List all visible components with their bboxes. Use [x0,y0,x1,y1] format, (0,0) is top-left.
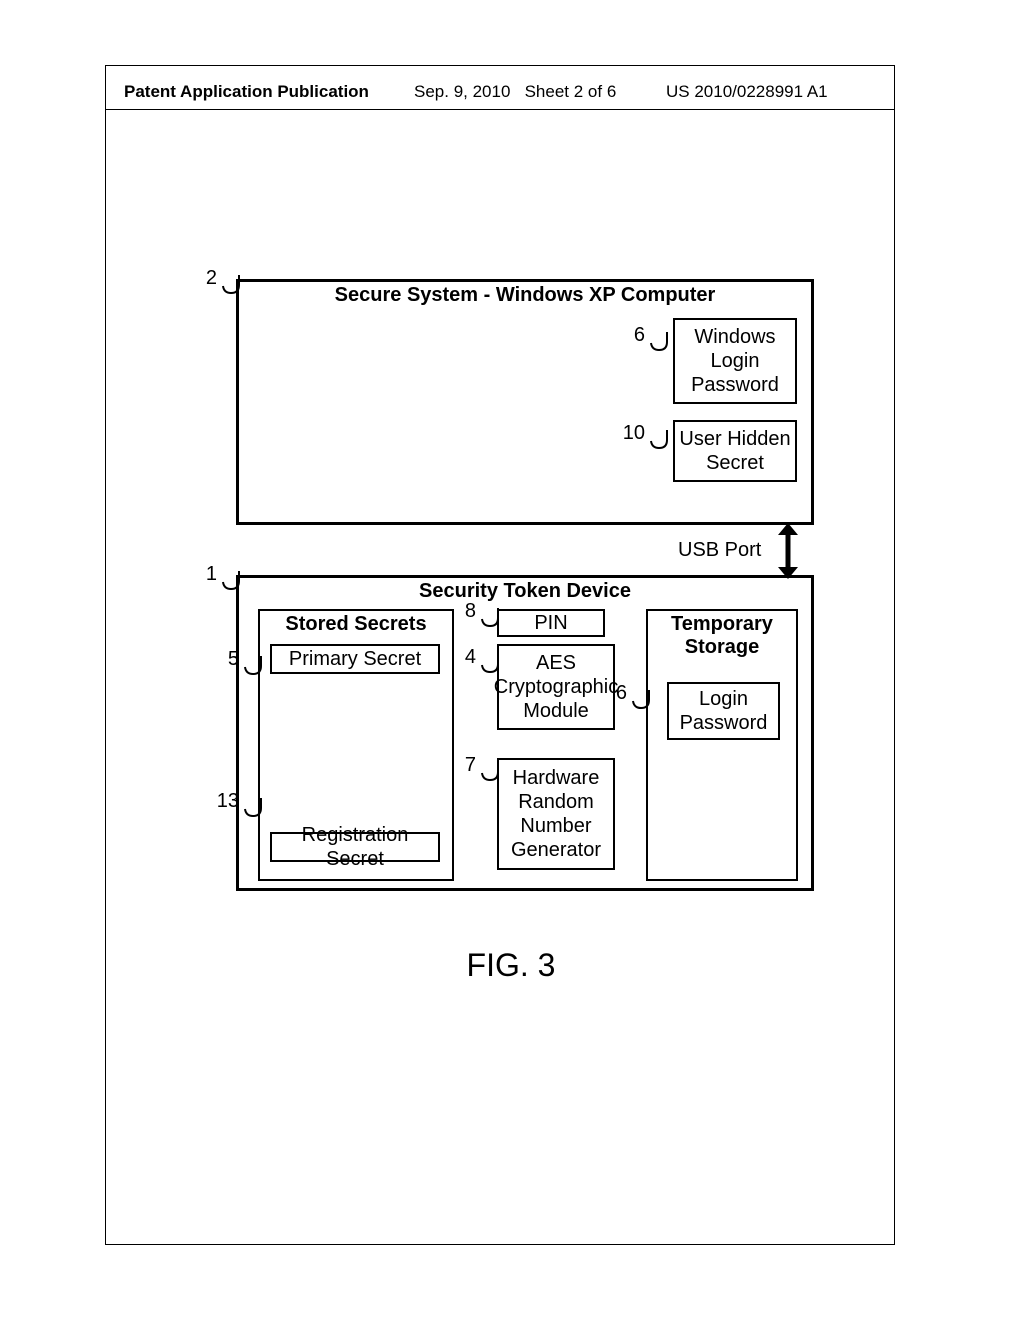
ref-number: 10 [623,422,645,445]
header-date-sheet: Sep. 9, 2010 Sheet 2 of 6 [414,82,616,102]
ref-hook-6b: 6 [629,688,649,706]
ref-number: 8 [465,600,476,623]
hook-icon [629,688,651,710]
user-hidden-secret-text: User Hidden Secret [679,427,790,475]
pin-box: PIN [497,609,605,637]
usb-connector: USB Port [678,531,818,575]
aes-module-box: AES Cryptographic Module [497,644,615,730]
login-password-text: Login Password [680,687,768,735]
ref-number: 7 [465,754,476,777]
pin-text: PIN [534,611,567,635]
ref-hook-7: 7 [478,760,498,778]
aes-module-text: AES Cryptographic Module [494,651,619,723]
double-arrow-icon [773,523,803,579]
hook-icon [241,796,263,818]
stored-secrets-title: Stored Secrets [260,613,452,636]
temporary-storage-column: Temporary Storage Login Password [646,609,798,881]
ref-number: 1 [206,563,217,586]
ref-hook-6: 6 [647,330,667,348]
login-password-box: Login Password [667,682,780,740]
header-publication: Patent Application Publication [124,82,369,102]
header-pub-number: US 2010/0228991 A1 [666,82,828,102]
ref-hook-13: 13 [241,796,261,814]
secure-system-box: Secure System - Windows XP Computer 6 Wi… [236,279,814,525]
header-sheet: Sheet 2 of 6 [525,82,617,101]
header-rule [106,109,894,110]
hook-icon [647,330,669,352]
header-date: Sep. 9, 2010 [414,82,510,101]
user-hidden-secret-box: User Hidden Secret [673,420,797,482]
primary-secret-box: Primary Secret [270,644,440,674]
registration-secret-box: Registration Secret [270,832,440,862]
secure-system-title: Secure System - Windows XP Computer [239,284,811,307]
figure-label: FIG. 3 [181,947,841,984]
ref-hook-10: 10 [647,428,667,446]
usb-port-label: USB Port [678,539,761,562]
ref-number: 4 [465,646,476,669]
ref-number: 13 [217,790,239,813]
temporary-storage-title: Temporary Storage [648,613,796,659]
hook-icon [241,654,263,676]
ref-number: 6 [616,682,627,705]
registration-secret-text: Registration Secret [276,823,434,871]
stored-secrets-column: Stored Secrets Primary Secret Registrati… [258,609,454,881]
windows-login-password-box: Windows Login Password [673,318,797,404]
security-token-box: Security Token Device Stored Secrets Pri… [236,575,814,891]
ref-number: 5 [228,648,239,671]
hrng-box: Hardware Random Number Generator [497,758,615,870]
hrng-text: Hardware Random Number Generator [511,766,601,862]
page-frame: Patent Application Publication Sep. 9, 2… [105,65,895,1245]
ref-number: 2 [206,267,217,290]
security-token-title: Security Token Device [239,580,811,603]
ref-number: 6 [634,324,645,347]
ref-hook-8: 8 [478,606,498,624]
ref-hook-5: 5 [241,654,261,672]
primary-secret-text: Primary Secret [289,647,421,671]
hook-icon [647,428,669,450]
windows-login-password-text: Windows Login Password [691,325,779,397]
